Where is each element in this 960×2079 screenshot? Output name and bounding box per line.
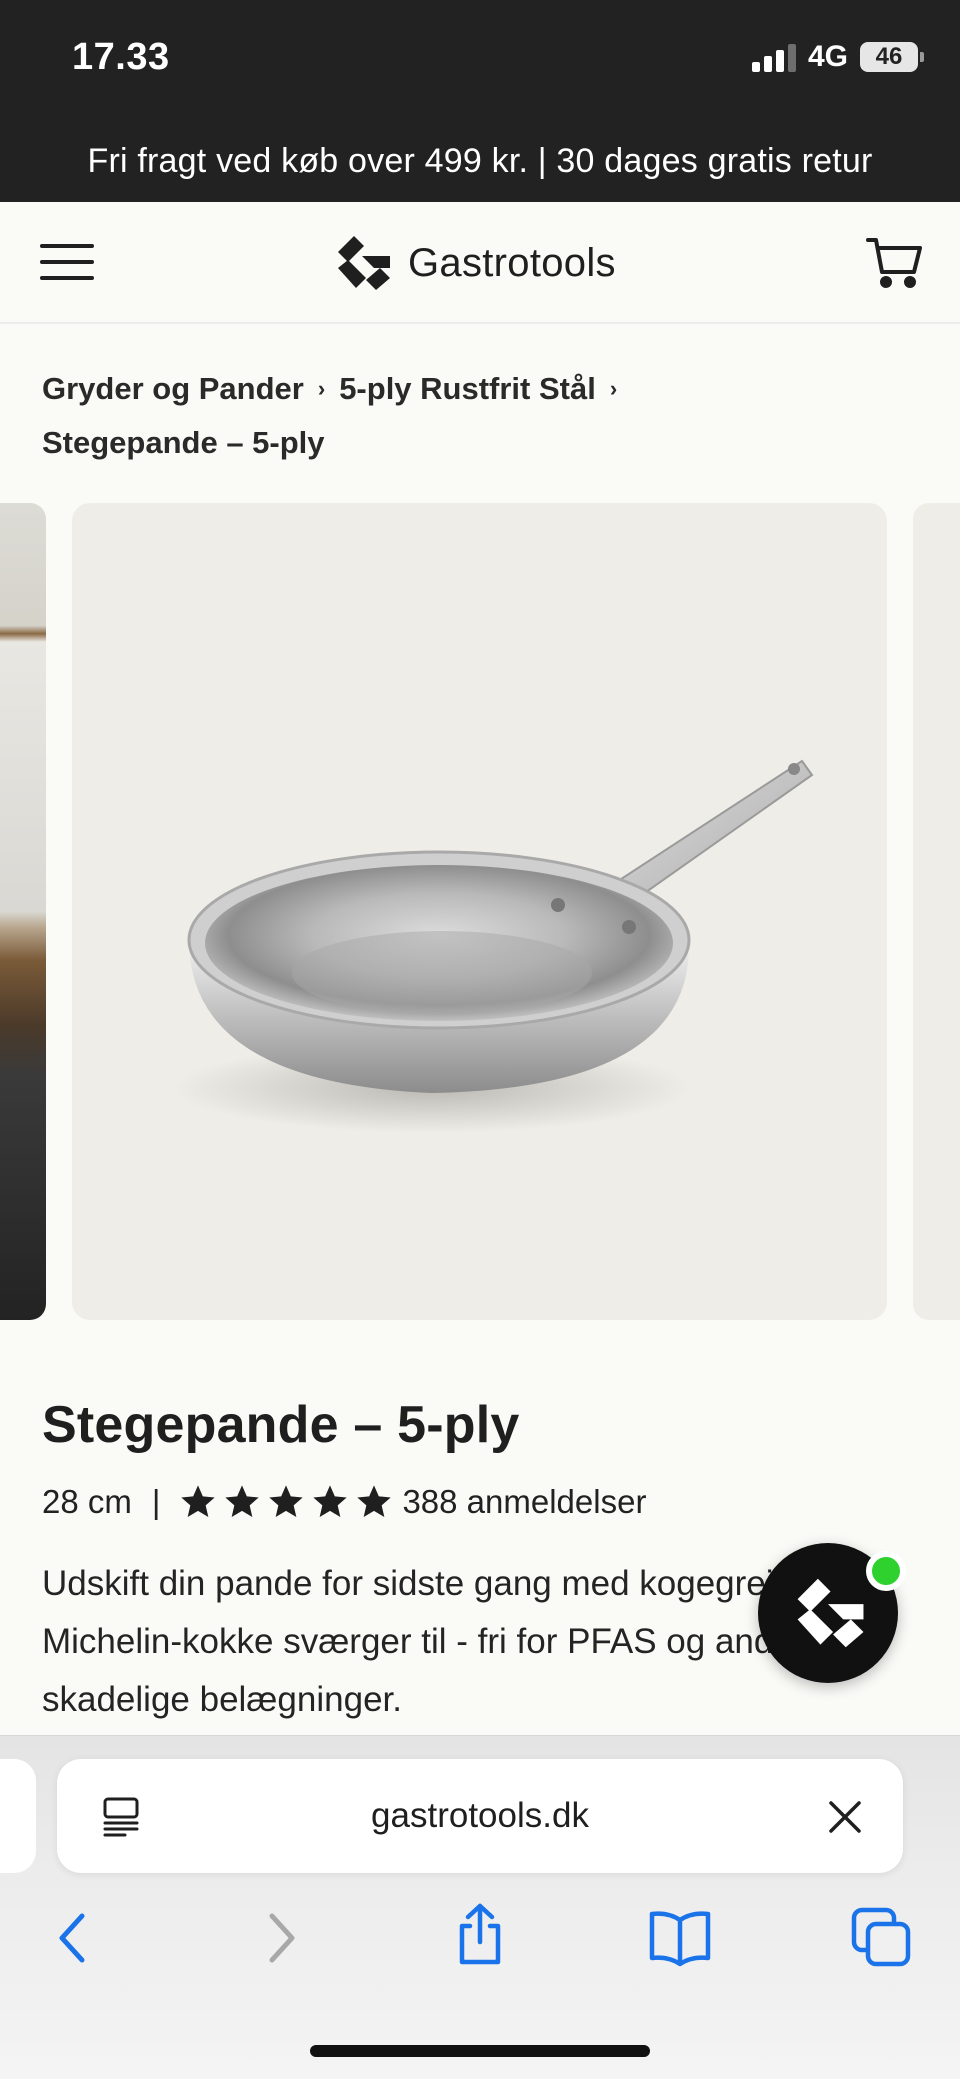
rating-stars[interactable] [178,1482,394,1522]
review-count-link[interactable]: 388 anmeldelser [402,1483,646,1521]
star-icon [313,1485,348,1517]
breadcrumb-item-gryder-og-pander[interactable]: Gryder og Pander [42,371,304,406]
address-bar[interactable]: gastrotools.dk [57,1759,903,1873]
network-label: 4G [807,40,848,73]
breadcrumb-item-current: Stegepande – 5-ply [42,425,325,460]
share-icon[interactable] [448,1902,512,1966]
gastrotools-logo-icon [797,1578,864,1648]
gallery-previous-image[interactable] [0,503,46,1320]
gallery-main-image[interactable] [72,503,887,1320]
breadcrumb: Gryder og Pander › 5-ply Rustfrit Stål › St… [42,362,922,470]
site-header: Gastrotools [0,202,960,324]
home-indicator [310,2045,650,2057]
bookmarks-icon[interactable] [648,1906,712,1970]
browser-toolbar-area: gastrotools.dk [0,1735,960,2079]
forward-icon[interactable] [248,1906,312,1970]
close-icon[interactable] [823,1795,867,1839]
breadcrumb-separator: › [609,376,618,401]
frying-pan-image [172,759,814,1133]
brand-name: Gastrotools [408,240,616,285]
product-size: 28 cm [42,1483,132,1520]
status-indicators: 4G 46 [751,40,924,74]
product-meta: 28 cm | 388 anmeldelser [42,1480,646,1524]
tabs-icon[interactable] [850,1906,914,1970]
status-time: 17.33 [72,36,170,78]
breadcrumb-separator: › [317,376,326,401]
signal-icon [751,42,796,72]
previous-tab-edge[interactable] [0,1759,36,1873]
gallery-next-image[interactable] [913,503,960,1320]
product-title: Stegepande – 5-ply [42,1396,520,1454]
back-icon[interactable] [42,1906,106,1970]
url-text: gastrotools.dk [371,1796,589,1835]
battery-icon: 46 [860,42,924,72]
star-icon [357,1485,392,1517]
hamburger-menu-icon[interactable] [40,242,94,282]
star-icon [181,1485,216,1517]
shopping-cart-icon[interactable] [864,232,924,292]
product-gallery[interactable] [0,503,960,1320]
brand-logo[interactable]: Gastrotools [332,232,616,294]
breadcrumb-item-5-ply-rustfrit-staal[interactable]: 5-ply Rustfrit Stål [339,371,596,406]
gastrotools-logo-icon [338,236,390,290]
status-bar: 17.33 4G 46 [0,0,960,121]
promo-banner: Fri fragt ved køb over 499 kr. | 30 dage… [0,121,960,202]
meta-separator: | [151,1483,161,1520]
star-icon [269,1485,304,1517]
star-icon [225,1485,260,1517]
online-status-dot [866,1551,906,1591]
